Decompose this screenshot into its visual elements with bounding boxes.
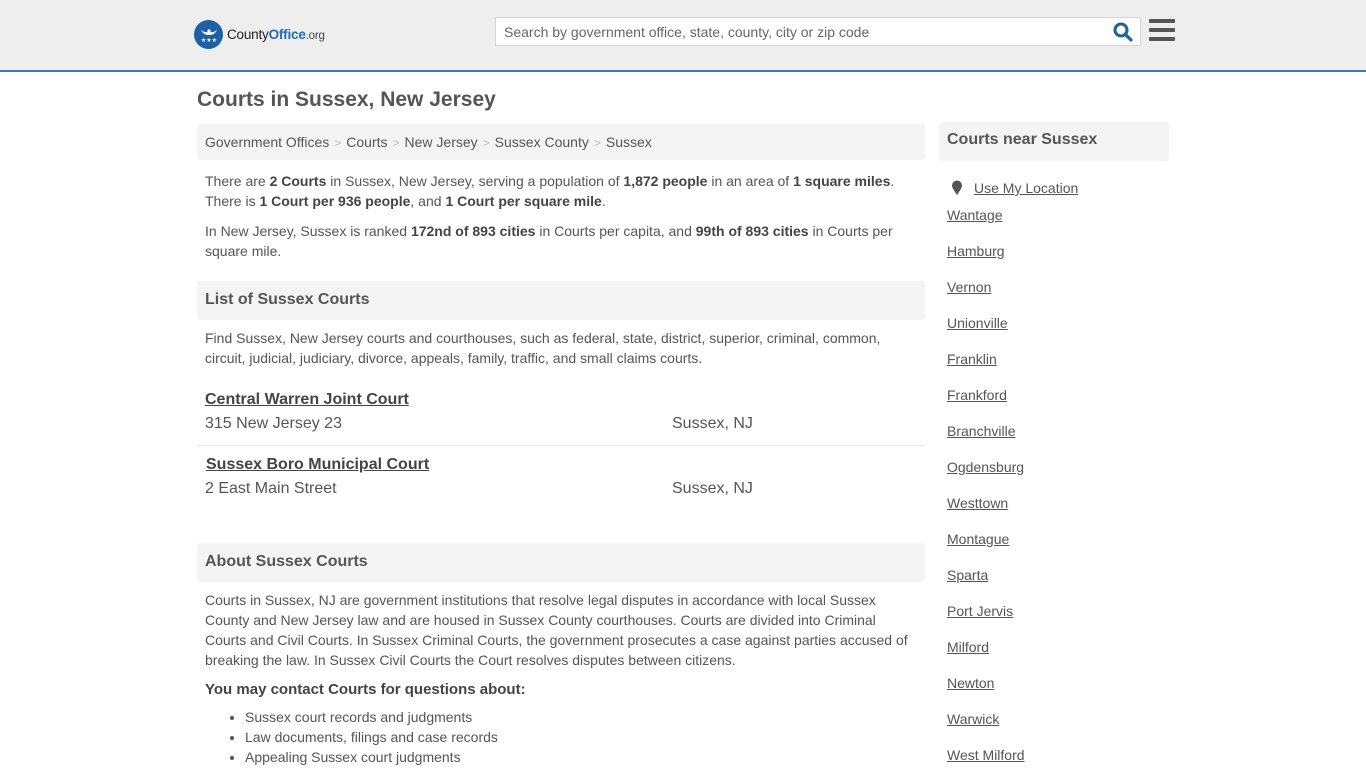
hamburger-menu-icon[interactable]	[1149, 19, 1175, 43]
breadcrumb-new-jersey[interactable]: New Jersey	[405, 134, 478, 150]
nearby-place-link[interactable]: Milford	[947, 639, 989, 655]
use-my-location-link[interactable]: Use My Location	[974, 180, 1078, 196]
nearby-place-link[interactable]: Frankford	[947, 387, 1007, 403]
nearby-place-item: Milford	[947, 629, 1161, 665]
breadcrumb-separator: >	[593, 136, 601, 150]
question-item: Appealing Sussex court judgments	[245, 747, 925, 767]
breadcrumb-government-offices[interactable]: Government Offices	[205, 134, 329, 150]
eagle-logo-icon: ★★★	[194, 20, 223, 49]
nearby-place-link[interactable]: Westtown	[947, 495, 1008, 511]
site-logo[interactable]: ★★★ CountyOffice.org	[194, 20, 325, 49]
about-text: Courts in Sussex, NJ are government inst…	[205, 592, 908, 668]
search-icon	[1113, 22, 1133, 42]
question-item: Sussex court records and judgments	[245, 707, 925, 727]
main-content: Government Offices > Courts > New Jersey > Sus…	[197, 124, 925, 767]
nearby-place-item: Ogdensburg	[947, 449, 1161, 485]
menu-bar	[1149, 19, 1175, 23]
nearby-place-item: Frankford	[947, 377, 1161, 413]
breadcrumb: Government Offices > Courts > New Jersey > Sus…	[197, 124, 925, 160]
nearby-place-item: Wantage	[947, 197, 1161, 233]
nearby-place-link[interactable]: Sparta	[947, 567, 988, 583]
list-heading: List of Sussex Courts	[197, 281, 925, 320]
court-city: Sussex, NJ	[672, 415, 753, 432]
svg-text:★★★: ★★★	[200, 37, 216, 44]
nearby-place-item: Port Jervis	[947, 593, 1161, 629]
nearby-place-link[interactable]: Vernon	[947, 279, 991, 295]
nearby-list: Use My Location Wantage Hamburg Vernon Unio…	[939, 179, 1169, 773]
court-city: Sussex, NJ	[672, 480, 753, 497]
summary-paragraph: There are 2 Courts in Sussex, New Jersey…	[205, 173, 895, 209]
breadcrumb-separator: >	[482, 136, 490, 150]
question-item: Law documents, filings and case records	[245, 727, 925, 747]
breadcrumb-separator: >	[334, 136, 342, 150]
nearby-place-link[interactable]: Branchville	[947, 423, 1015, 439]
nearby-place-link[interactable]: Unionville	[947, 315, 1008, 331]
nearby-place-item: Hamburg	[947, 233, 1161, 269]
logo-text: CountyOffice.org	[227, 27, 325, 42]
nearby-place-item: Montague	[947, 521, 1161, 557]
court-list-item: Central Warren Joint Court 315 New Jerse…	[197, 381, 925, 446]
nearby-place-link[interactable]: Wantage	[947, 207, 1003, 223]
breadcrumb-sussex[interactable]: Sussex	[606, 134, 652, 150]
courts-list: Central Warren Joint Court 315 New Jerse…	[197, 381, 925, 511]
nearby-place-item: Westtown	[947, 485, 1161, 521]
nearby-place-link[interactable]: Port Jervis	[947, 603, 1013, 619]
sidebar-heading: Courts near Sussex	[939, 122, 1169, 161]
nearby-place-item: Sparta	[947, 557, 1161, 593]
map-pin-icon	[952, 180, 962, 195]
breadcrumb-separator: >	[392, 136, 400, 150]
nearby-place-link[interactable]: Newton	[947, 675, 994, 691]
menu-bar	[1149, 37, 1175, 41]
court-address: 315 New Jersey 23	[205, 415, 342, 432]
contact-heading: You may contact Courts for questions abo…	[205, 681, 526, 698]
use-location-row: Use My Location	[947, 179, 1161, 197]
court-list-item: Sussex Boro Municipal Court 2 East Main …	[197, 446, 925, 511]
list-intro: Find Sussex, New Jersey courts and court…	[205, 330, 881, 366]
nearby-place-item: Vernon	[947, 269, 1161, 305]
nearby-place-link[interactable]: West Milford	[947, 747, 1025, 763]
court-address: 2 East Main Street	[205, 480, 337, 497]
court-name-link[interactable]: Sussex Boro Municipal Court	[206, 456, 429, 474]
questions-list: Sussex court records and judgments Law d…	[197, 707, 925, 767]
breadcrumb-courts[interactable]: Courts	[346, 134, 387, 150]
nearby-place-item: Unionville	[947, 305, 1161, 341]
menu-bar	[1149, 28, 1175, 32]
ranking-paragraph: In New Jersey, Sussex is ranked 172nd of…	[205, 223, 893, 259]
court-name-link[interactable]: Central Warren Joint Court	[205, 391, 409, 409]
nearby-place-link[interactable]: Ogdensburg	[947, 459, 1024, 475]
search-button[interactable]	[1112, 21, 1134, 43]
about-heading: About Sussex Courts	[197, 543, 925, 582]
search-input[interactable]	[496, 18, 1096, 45]
nearby-place-item: Franklin	[947, 341, 1161, 377]
nearby-place-item: Newton	[947, 665, 1161, 701]
search-box	[495, 17, 1141, 46]
breadcrumb-sussex-county[interactable]: Sussex County	[495, 134, 589, 150]
nearby-place-link[interactable]: Warwick	[947, 711, 999, 727]
nearby-place-link[interactable]: Franklin	[947, 351, 997, 367]
nearby-place-link[interactable]: Montague	[947, 531, 1009, 547]
page-title: Courts in Sussex, New Jersey	[197, 88, 496, 111]
sidebar: Courts near Sussex Use My Location Wanta…	[939, 122, 1169, 773]
nearby-place-link[interactable]: Hamburg	[947, 243, 1005, 259]
nearby-place-item: Warwick	[947, 701, 1161, 737]
nearby-place-item: Branchville	[947, 413, 1161, 449]
site-header: ★★★ CountyOffice.org	[0, 0, 1366, 72]
